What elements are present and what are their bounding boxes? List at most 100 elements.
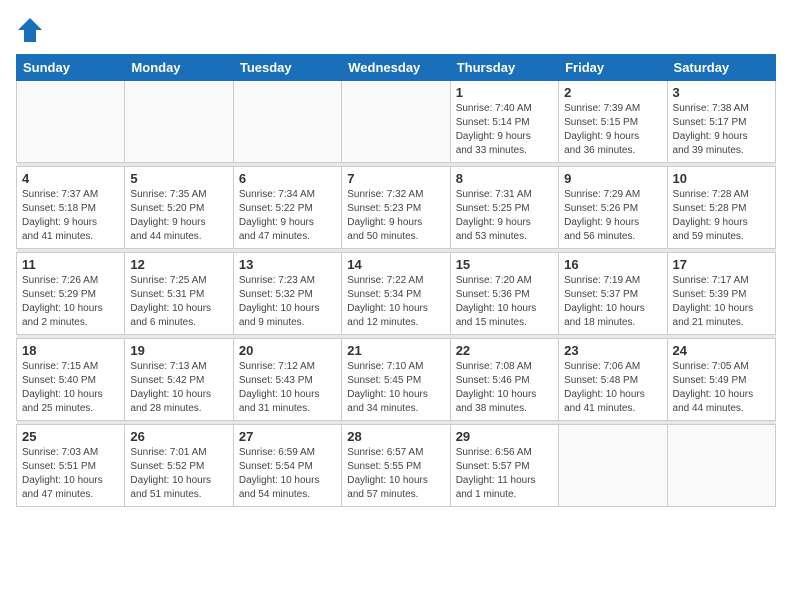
calendar-day-cell: 15 Sunrise: 7:20 AM Sunset: 5:36 PM Dayli… [450,253,558,335]
day-number: 13 [239,257,336,272]
day-info: Sunrise: 7:19 AM Sunset: 5:37 PM Dayligh… [564,274,661,330]
calendar-week-row: 25 Sunrise: 7:03 AM Sunset: 5:51 PM Dayli… [17,425,776,507]
calendar-day-cell: 17Sunrise: 7:17 AM Sunset: 5:39 PM Dayli… [667,253,775,335]
day-info: Sunrise: 7:15 AM Sunset: 5:40 PM Dayligh… [22,360,119,416]
calendar-week-row: 4 Sunrise: 7:37 AM Sunset: 5:18 PM Daylig… [17,167,776,249]
day-number: 7 [347,171,444,186]
day-number: 23 [564,343,661,358]
day-info: Sunrise: 7:31 AM Sunset: 5:25 PM Dayligh… [456,188,553,244]
weekday-header-cell: Friday [559,55,667,81]
day-info: Sunrise: 7:34 AM Sunset: 5:22 PM Dayligh… [239,188,336,244]
day-info: Sunrise: 7:23 AM Sunset: 5:32 PM Dayligh… [239,274,336,330]
day-number: 8 [456,171,553,186]
calendar-day-cell: 26 Sunrise: 7:01 AM Sunset: 5:52 PM Dayli… [125,425,233,507]
day-info: Sunrise: 7:40 AM Sunset: 5:14 PM Dayligh… [456,102,553,158]
calendar-day-cell: 20Sunrise: 7:12 AM Sunset: 5:43 PM Dayli… [233,339,341,421]
day-info: Sunrise: 7:35 AM Sunset: 5:20 PM Dayligh… [130,188,227,244]
day-info: Sunrise: 7:20 AM Sunset: 5:36 PM Dayligh… [456,274,553,330]
calendar-day-cell [667,425,775,507]
day-info: Sunrise: 7:03 AM Sunset: 5:51 PM Dayligh… [22,446,119,502]
day-number: 5 [130,171,227,186]
day-info: Sunrise: 7:28 AM Sunset: 5:28 PM Dayligh… [673,188,770,244]
calendar-day-cell: 16 Sunrise: 7:19 AM Sunset: 5:37 PM Dayli… [559,253,667,335]
day-info: Sunrise: 6:59 AM Sunset: 5:54 PM Dayligh… [239,446,336,502]
page-header [16,16,776,44]
calendar-day-cell: 13 Sunrise: 7:23 AM Sunset: 5:32 PM Dayli… [233,253,341,335]
day-number: 10 [673,171,770,186]
calendar-day-cell: 4 Sunrise: 7:37 AM Sunset: 5:18 PM Daylig… [17,167,125,249]
day-number: 28 [347,429,444,444]
day-number: 24 [673,343,770,358]
day-number: 2 [564,85,661,100]
day-number: 14 [347,257,444,272]
day-info: Sunrise: 7:29 AM Sunset: 5:26 PM Dayligh… [564,188,661,244]
day-number: 25 [22,429,119,444]
day-number: 16 [564,257,661,272]
day-info: Sunrise: 7:01 AM Sunset: 5:52 PM Dayligh… [130,446,227,502]
calendar-day-cell: 3Sunrise: 7:38 AM Sunset: 5:17 PM Daylig… [667,81,775,163]
day-number: 11 [22,257,119,272]
calendar-table: SundayMondayTuesdayWednesdayThursdayFrid… [16,54,776,507]
day-info: Sunrise: 7:39 AM Sunset: 5:15 PM Dayligh… [564,102,661,158]
day-number: 9 [564,171,661,186]
calendar-day-cell: 25 Sunrise: 7:03 AM Sunset: 5:51 PM Dayli… [17,425,125,507]
day-info: Sunrise: 7:08 AM Sunset: 5:46 PM Dayligh… [456,360,553,416]
day-number: 29 [456,429,553,444]
day-number: 12 [130,257,227,272]
calendar-day-cell [233,81,341,163]
day-number: 1 [456,85,553,100]
weekday-header-cell: Tuesday [233,55,341,81]
day-number: 15 [456,257,553,272]
calendar-day-cell: 7 Sunrise: 7:32 AM Sunset: 5:23 PM Daylig… [342,167,450,249]
day-info: Sunrise: 7:26 AM Sunset: 5:29 PM Dayligh… [22,274,119,330]
calendar-day-cell [342,81,450,163]
calendar-week-row: 18 Sunrise: 7:15 AM Sunset: 5:40 PM Dayli… [17,339,776,421]
calendar-day-cell: 6 Sunrise: 7:34 AM Sunset: 5:22 PM Daylig… [233,167,341,249]
calendar-week-row: 1 Sunrise: 7:40 AM Sunset: 5:14 PM Daylig… [17,81,776,163]
calendar-day-cell: 21 Sunrise: 7:10 AM Sunset: 5:45 PM Dayli… [342,339,450,421]
day-info: Sunrise: 7:25 AM Sunset: 5:31 PM Dayligh… [130,274,227,330]
calendar-day-cell: 11 Sunrise: 7:26 AM Sunset: 5:29 PM Dayli… [17,253,125,335]
calendar-day-cell: 27 Sunrise: 6:59 AM Sunset: 5:54 PM Dayli… [233,425,341,507]
weekday-header-cell: Monday [125,55,233,81]
logo [16,16,48,44]
day-number: 19 [130,343,227,358]
weekday-header-cell: Wednesday [342,55,450,81]
calendar-day-cell: 9 Sunrise: 7:29 AM Sunset: 5:26 PM Daylig… [559,167,667,249]
calendar-day-cell [17,81,125,163]
calendar-day-cell: 10 Sunrise: 7:28 AM Sunset: 5:28 PM Dayli… [667,167,775,249]
day-number: 21 [347,343,444,358]
day-info: Sunrise: 7:22 AM Sunset: 5:34 PM Dayligh… [347,274,444,330]
weekday-header-cell: Sunday [17,55,125,81]
calendar-day-cell: 23 Sunrise: 7:06 AM Sunset: 5:48 PM Dayli… [559,339,667,421]
day-number: 17 [673,257,770,272]
calendar-day-cell: 12 Sunrise: 7:25 AM Sunset: 5:31 PM Dayli… [125,253,233,335]
weekday-header-row: SundayMondayTuesdayWednesdayThursdayFrid… [17,55,776,81]
day-info: Sunrise: 6:56 AM Sunset: 5:57 PM Dayligh… [456,446,553,502]
day-info: Sunrise: 7:37 AM Sunset: 5:18 PM Dayligh… [22,188,119,244]
calendar-day-cell: 22 Sunrise: 7:08 AM Sunset: 5:46 PM Dayli… [450,339,558,421]
calendar-day-cell: 5 Sunrise: 7:35 AM Sunset: 5:20 PM Daylig… [125,167,233,249]
day-info: Sunrise: 7:38 AM Sunset: 5:17 PM Dayligh… [673,102,770,158]
calendar-day-cell [125,81,233,163]
day-number: 27 [239,429,336,444]
calendar-day-cell [559,425,667,507]
day-info: Sunrise: 7:06 AM Sunset: 5:48 PM Dayligh… [564,360,661,416]
day-number: 4 [22,171,119,186]
day-number: 6 [239,171,336,186]
day-info: Sunrise: 7:05 AM Sunset: 5:49 PM Dayligh… [673,360,770,416]
day-info: Sunrise: 7:32 AM Sunset: 5:23 PM Dayligh… [347,188,444,244]
day-info: Sunrise: 7:13 AM Sunset: 5:42 PM Dayligh… [130,360,227,416]
calendar-week-row: 11 Sunrise: 7:26 AM Sunset: 5:29 PM Dayli… [17,253,776,335]
calendar-day-cell: 29 Sunrise: 6:56 AM Sunset: 5:57 PM Dayli… [450,425,558,507]
weekday-header-cell: Saturday [667,55,775,81]
day-number: 18 [22,343,119,358]
logo-icon [16,16,44,44]
calendar-day-cell: 1 Sunrise: 7:40 AM Sunset: 5:14 PM Daylig… [450,81,558,163]
calendar-day-cell: 24 Sunrise: 7:05 AM Sunset: 5:49 PM Dayli… [667,339,775,421]
calendar-day-cell: 28Sunrise: 6:57 AM Sunset: 5:55 PM Dayli… [342,425,450,507]
day-number: 26 [130,429,227,444]
day-number: 20 [239,343,336,358]
day-number: 22 [456,343,553,358]
day-info: Sunrise: 7:10 AM Sunset: 5:45 PM Dayligh… [347,360,444,416]
